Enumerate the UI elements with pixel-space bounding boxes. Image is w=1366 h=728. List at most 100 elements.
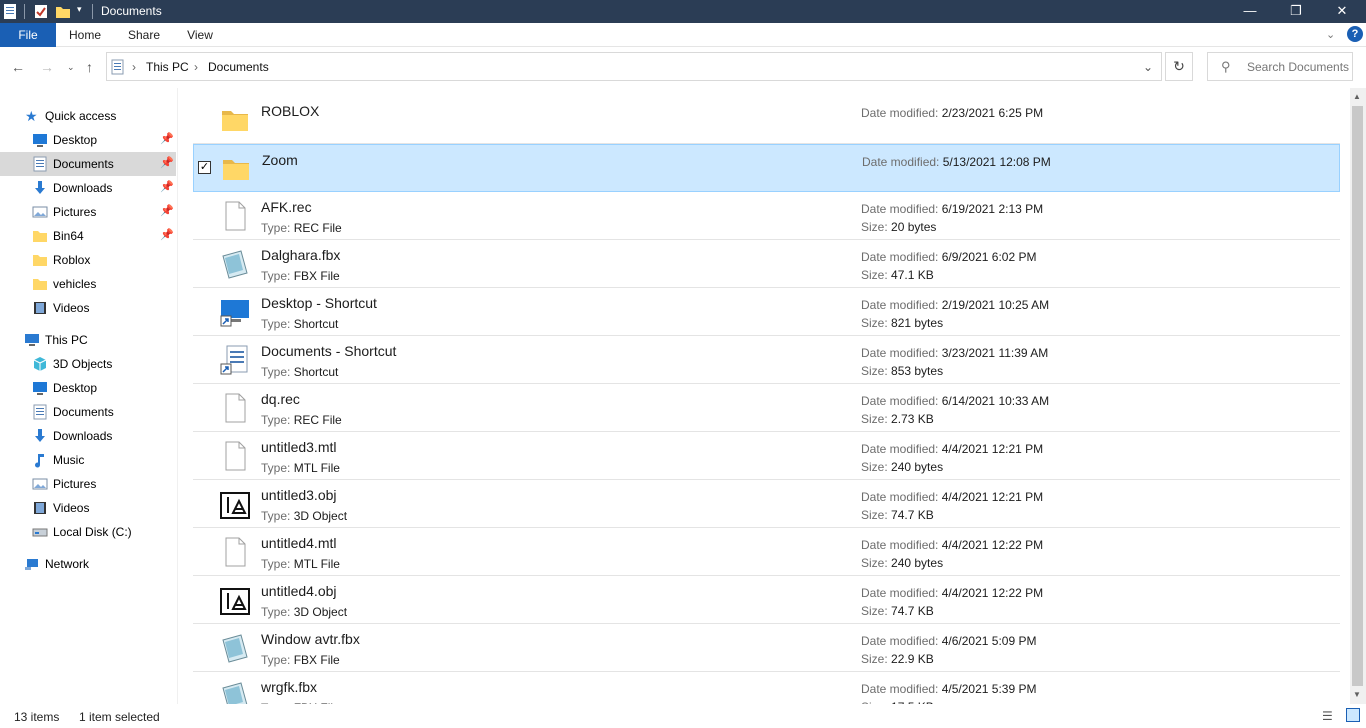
tab-file[interactable]: File bbox=[0, 23, 56, 47]
file-row[interactable]: Documents - Shortcut Type: Shortcut Date m… bbox=[193, 336, 1340, 384]
selection-count: 1 item selected bbox=[79, 710, 160, 724]
sidebar-item-label: Bin64 bbox=[53, 229, 84, 243]
search-input[interactable]: Search Documents bbox=[1247, 60, 1349, 74]
scroll-down-icon[interactable]: ▼ bbox=[1353, 690, 1361, 699]
type-label: Type: bbox=[261, 653, 291, 667]
file-row[interactable]: Desktop - Shortcut Type: Shortcut Date mod… bbox=[193, 288, 1340, 336]
properties-check-icon[interactable] bbox=[33, 3, 49, 20]
file-row[interactable]: Window avtr.fbx Type: FBX File Date modifi… bbox=[193, 624, 1340, 672]
file-size: Size: 2.73 KB bbox=[861, 412, 934, 426]
back-arrow-icon[interactable]: ← bbox=[11, 59, 25, 75]
expand-ribbon-icon[interactable]: ⌄ bbox=[1326, 28, 1335, 41]
pin-icon[interactable]: 📌 bbox=[160, 156, 174, 169]
customize-toolbar-icon[interactable]: ▾ bbox=[77, 4, 82, 15]
sidebar-item-desktop[interactable]: Desktop 📌 bbox=[0, 128, 176, 152]
file-name: untitled4.mtl bbox=[261, 535, 337, 551]
file-size-value: 74.7 KB bbox=[891, 508, 934, 522]
sidebar-item-pc-music[interactable]: Music bbox=[0, 448, 176, 472]
file-type: Type: 3D Object bbox=[261, 509, 347, 523]
vertical-scrollbar[interactable]: ▲ ▼ bbox=[1350, 88, 1366, 704]
file-row[interactable]: untitled4.obj Type: 3D Object Date modifie… bbox=[193, 576, 1340, 624]
sidebar-item-pictures[interactable]: Pictures 📌 bbox=[0, 200, 176, 224]
breadcrumb-separator-icon[interactable]: › bbox=[132, 60, 136, 74]
sidebar-item-pc-documents[interactable]: Documents bbox=[0, 400, 176, 424]
close-button[interactable]: ✕ bbox=[1319, 0, 1365, 23]
file-date: Date modified: 4/4/2021 12:22 PM bbox=[861, 586, 1043, 600]
tab-home[interactable]: Home bbox=[58, 23, 112, 47]
restore-button[interactable]: ❐ bbox=[1273, 0, 1319, 23]
pin-icon[interactable]: 📌 bbox=[160, 228, 174, 241]
breadcrumb-documents[interactable]: Documents bbox=[208, 60, 269, 74]
address-bar[interactable]: › This PC › Documents ⌄ bbox=[106, 52, 1162, 81]
navigation-pane: ★ Quick access Desktop 📌 Documents 📌 Downloa… bbox=[0, 88, 178, 704]
sidebar-item-pc-videos[interactable]: Videos bbox=[0, 496, 176, 520]
sidebar-item-label: Desktop bbox=[53, 133, 98, 147]
scroll-up-icon[interactable]: ▲ bbox=[1353, 92, 1361, 101]
downloads-icon bbox=[32, 180, 48, 196]
forward-arrow-icon[interactable]: → bbox=[40, 59, 54, 75]
sidebar-item-downloads[interactable]: Downloads 📌 bbox=[0, 176, 176, 200]
file-row[interactable]: untitled4.mtl Type: MTL File Date modified… bbox=[193, 528, 1340, 576]
scrollbar-thumb[interactable] bbox=[1352, 106, 1363, 686]
sidebar-item-quick-access[interactable]: ★ Quick access bbox=[0, 104, 176, 128]
sidebar-item-network[interactable]: Network bbox=[0, 552, 176, 576]
folder-icon bbox=[32, 228, 48, 244]
tab-share[interactable]: Share bbox=[116, 23, 172, 47]
file-name: AFK.rec bbox=[261, 199, 312, 215]
sidebar-item-documents[interactable]: Documents 📌 bbox=[0, 152, 176, 176]
file-date-value: 4/4/2021 12:21 PM bbox=[941, 490, 1044, 504]
file-size-value: 20 bytes bbox=[891, 220, 937, 234]
refresh-button[interactable]: ↻ bbox=[1165, 52, 1193, 81]
file-size: Size: 22.9 KB bbox=[861, 652, 934, 666]
file-row[interactable]: wrgfk.fbxType: FBX FileDate modified: 4/… bbox=[193, 672, 1340, 704]
type-label: Type: bbox=[261, 557, 291, 571]
folder-icon bbox=[219, 104, 251, 136]
file-row[interactable]: ROBLOX Date modified: 2/23/2021 6:25 PM bbox=[193, 96, 1340, 144]
file-row[interactable]: ✓ Zoom Date modified: 5/13/2021 12:08 PM bbox=[193, 144, 1340, 192]
help-icon[interactable]: ? bbox=[1347, 26, 1363, 42]
ribbon: File Home Share View ⌄ ? bbox=[0, 23, 1366, 47]
file-row[interactable]: untitled3.obj Type: 3D Object Date modifie… bbox=[193, 480, 1340, 528]
fbx-file-icon bbox=[219, 632, 251, 664]
checkbox[interactable]: ✓ bbox=[198, 161, 211, 174]
sidebar-item-pc-downloads[interactable]: Downloads bbox=[0, 424, 176, 448]
file-row[interactable]: Dalghara.fbx Type: FBX File Date modified:… bbox=[193, 240, 1340, 288]
file-size-value: 22.9 KB bbox=[891, 652, 934, 666]
sidebar-item-pc-local-disk-c-[interactable]: Local Disk (C:) bbox=[0, 520, 176, 544]
pin-icon[interactable]: 📌 bbox=[160, 132, 174, 145]
file-size-value: 853 bytes bbox=[891, 364, 944, 378]
file-row[interactable]: AFK.rec Type: REC File Date modified: 6/19… bbox=[193, 192, 1340, 240]
tiles-view-icon[interactable] bbox=[1346, 708, 1360, 722]
sidebar-item-this-pc[interactable]: This PC bbox=[0, 328, 176, 352]
file-date-value: 6/9/2021 6:02 PM bbox=[941, 250, 1037, 264]
search-box[interactable]: ⚲ Search Documents bbox=[1207, 52, 1353, 81]
breadcrumb-separator-icon[interactable]: › bbox=[194, 60, 198, 74]
date-label: Date modified: bbox=[861, 682, 939, 696]
sidebar-item-bin64[interactable]: Bin64 📌 bbox=[0, 224, 176, 248]
file-row[interactable]: untitled3.mtl Type: MTL File Date modified… bbox=[193, 432, 1340, 480]
breadcrumb-this-pc[interactable]: This PC bbox=[146, 60, 189, 74]
details-view-icon[interactable]: ☰ bbox=[1322, 709, 1333, 723]
sidebar-item-vehicles[interactable]: vehicles bbox=[0, 272, 176, 296]
sidebar-item-pc-pictures[interactable]: Pictures bbox=[0, 472, 176, 496]
file-type: Type: FBX File bbox=[261, 269, 340, 283]
date-label: Date modified: bbox=[862, 155, 940, 169]
file-row[interactable]: dq.rec Type: REC File Date modified: 6/14/… bbox=[193, 384, 1340, 432]
minimize-button[interactable]: — bbox=[1227, 0, 1273, 23]
recent-locations-icon[interactable]: ⌄ bbox=[67, 62, 75, 73]
pin-icon[interactable]: 📌 bbox=[160, 180, 174, 193]
address-dropdown-icon[interactable]: ⌄ bbox=[1143, 60, 1153, 74]
new-folder-icon[interactable] bbox=[55, 3, 71, 20]
pin-icon[interactable]: 📌 bbox=[160, 204, 174, 217]
sidebar-item-pc-3d-objects[interactable]: 3D Objects bbox=[0, 352, 176, 376]
documents-icon bbox=[32, 156, 48, 172]
sidebar-item-pc-desktop[interactable]: Desktop bbox=[0, 376, 176, 400]
file-properties-icon[interactable] bbox=[2, 3, 18, 20]
pictures-icon bbox=[32, 204, 48, 220]
tab-view[interactable]: View bbox=[174, 23, 226, 47]
up-arrow-icon[interactable]: ↑ bbox=[86, 59, 93, 75]
sidebar-item-roblox[interactable]: Roblox bbox=[0, 248, 176, 272]
sidebar-item-videos[interactable]: Videos bbox=[0, 296, 176, 320]
size-label: Size: bbox=[861, 556, 888, 570]
file-size: Size: 47.1 KB bbox=[861, 268, 934, 282]
